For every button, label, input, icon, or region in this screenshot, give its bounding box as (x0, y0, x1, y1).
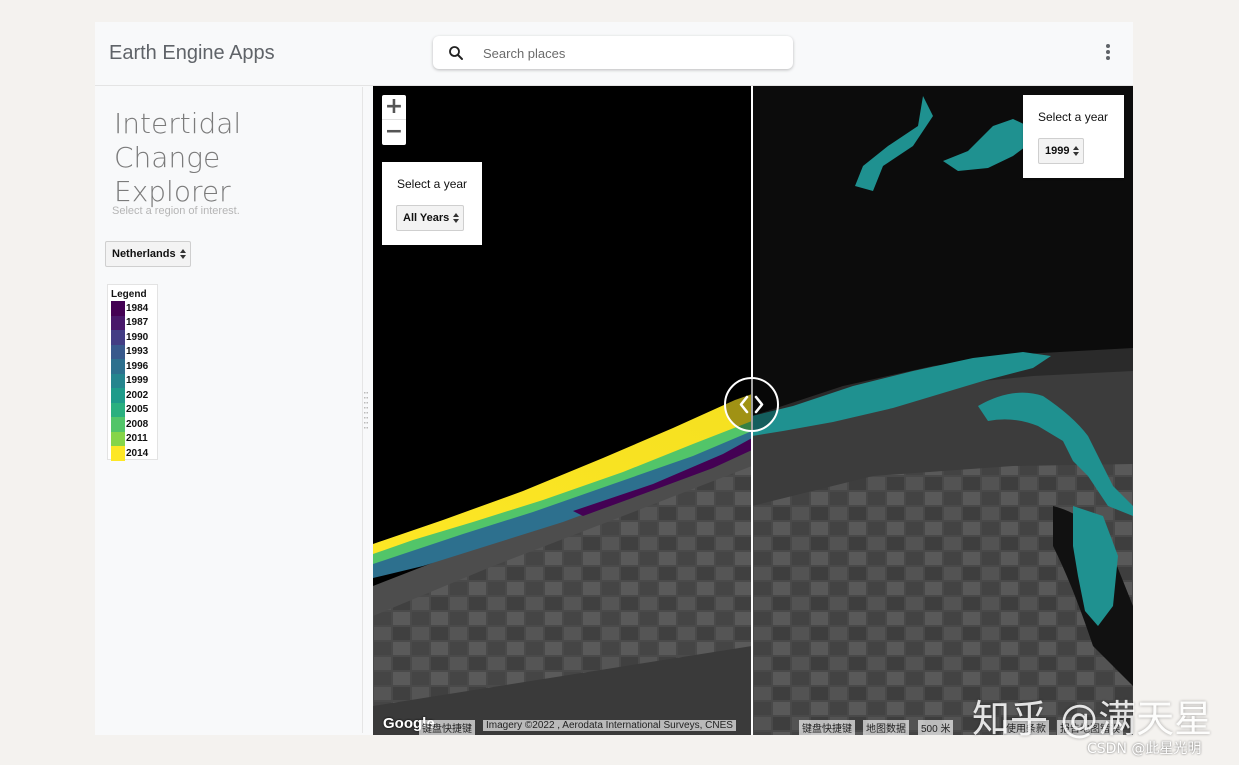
legend-swatch (111, 344, 125, 359)
more-options-icon[interactable] (1100, 42, 1116, 64)
left-year-value: All Years (403, 212, 450, 224)
left-year-label: Select a year (397, 177, 468, 191)
legend-label: 2005 (126, 404, 149, 416)
right-year-label: Select a year (1038, 110, 1109, 124)
legend-swatch (111, 315, 125, 330)
legend-label: 1984 (126, 302, 149, 314)
left-year-panel: Select a year All Years (382, 162, 482, 245)
legend-item: 1996 (111, 359, 157, 374)
legend-item: 1999 (111, 373, 157, 388)
legend-label: 1993 (126, 346, 149, 358)
imagery-credit: Imagery ©2022 , Aerodata International S… (483, 720, 736, 731)
legend-label: 2014 (126, 447, 149, 459)
legend: Legend 1984 1987 1990 1993 1996 1999 2002 2005 2… (107, 284, 158, 461)
scale-label[interactable]: 500 米 (918, 720, 954, 735)
region-hint: Select a region of interest. (112, 205, 240, 217)
legend-item: 2005 (111, 402, 157, 417)
app-title[interactable]: Earth Engine Apps (109, 42, 275, 65)
region-select-value: Netherlands (112, 248, 176, 260)
zoom-out-button[interactable]: − (382, 120, 406, 144)
legend-swatch (111, 359, 125, 374)
legend-label: 2008 (126, 418, 149, 430)
split-map[interactable]: + − Select a year All Years Select a yea… (373, 86, 1133, 735)
split-handle[interactable] (724, 377, 779, 432)
legend-item: 2011 (111, 431, 157, 446)
legend-rows: 1984 1987 1990 1993 1996 1999 2002 2005 2008 2011… (111, 301, 157, 461)
legend-item: 2002 (111, 388, 157, 403)
legend-label: 2011 (126, 433, 148, 445)
legend-swatch (111, 301, 125, 316)
select-arrows-icon (453, 213, 460, 223)
keyboard-shortcuts-link[interactable]: 键盘快捷键 (419, 720, 475, 735)
legend-title: Legend (111, 289, 147, 300)
sidebar-panel: Intertidal Change Explorer Select a regi… (97, 87, 363, 733)
zoom-control: + − (382, 95, 406, 145)
legend-label: 1999 (126, 375, 149, 387)
right-year-panel: Select a year 1999 (1023, 95, 1124, 178)
search-icon (449, 46, 463, 60)
legend-swatch (111, 402, 125, 417)
legend-label: 1987 (126, 317, 149, 329)
right-year-select[interactable]: 1999 (1038, 138, 1085, 164)
legend-label: 1996 (126, 360, 149, 372)
select-arrows-icon (1073, 146, 1080, 156)
legend-swatch (111, 417, 125, 432)
legend-swatch (111, 373, 125, 388)
chevron-left-right-icon (739, 395, 764, 414)
region-select[interactable]: Netherlands (105, 241, 191, 267)
legend-swatch (111, 388, 125, 403)
legend-item: 1984 (111, 301, 157, 316)
csdn-watermark: CSDN @此星光明 (1087, 741, 1202, 757)
header: Earth Engine Apps (95, 22, 1133, 86)
app-window: Earth Engine Apps Intertidal Change Expl… (95, 22, 1133, 735)
legend-swatch (111, 446, 125, 461)
zhihu-watermark: 知乎 @满天星 (972, 697, 1213, 741)
legend-item: 1990 (111, 330, 157, 345)
legend-label: 1990 (126, 331, 149, 343)
legend-item: 2014 (111, 446, 157, 461)
search-box[interactable] (433, 36, 793, 69)
panel-resize-grip-icon[interactable] (364, 392, 368, 432)
legend-item: 1987 (111, 315, 157, 330)
zoom-in-button[interactable]: + (382, 95, 406, 120)
search-input[interactable] (481, 42, 775, 64)
select-arrows-icon (179, 249, 186, 259)
right-year-value: 1999 (1045, 145, 1070, 157)
legend-label: 2002 (126, 389, 149, 401)
map-data-link[interactable]: 地图数据 (863, 720, 909, 735)
legend-swatch (111, 431, 125, 446)
legend-item: 2008 (111, 417, 157, 432)
panel-title: Intertidal Change Explorer (114, 107, 242, 208)
left-year-select[interactable]: All Years (396, 205, 465, 231)
legend-swatch (111, 330, 125, 345)
keyboard-shortcuts-link[interactable]: 键盘快捷键 (799, 720, 855, 735)
legend-item: 1993 (111, 344, 157, 359)
